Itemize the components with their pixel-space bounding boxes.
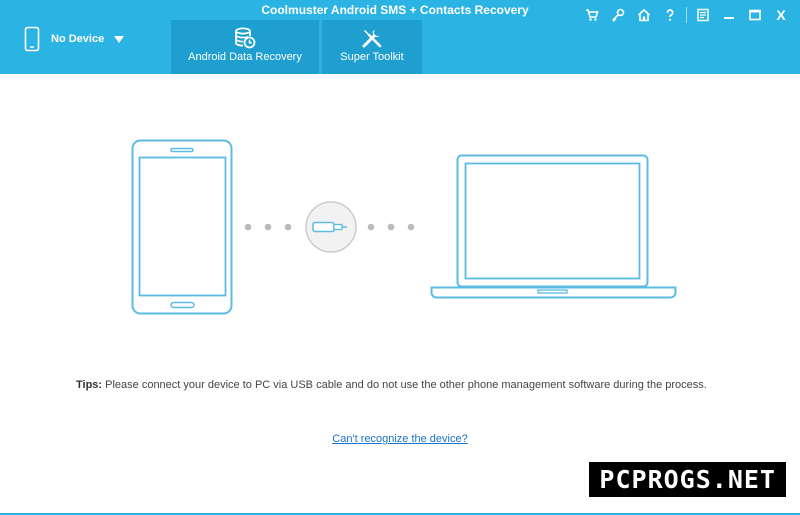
usb-cable-icon: [305, 201, 357, 253]
connection-dots-right: [367, 223, 415, 231]
tips-message: Please connect your device to PC via USB…: [102, 379, 707, 391]
watermark: PCPROGS.NET: [589, 462, 786, 497]
cant-recognize-device-link[interactable]: Can't recognize the device?: [0, 433, 800, 445]
phone-illustration: [131, 139, 233, 315]
laptop-illustration: [430, 154, 677, 299]
tips-text: Tips: Please connect your device to PC v…: [76, 379, 707, 391]
tips-label: Tips:: [76, 379, 103, 391]
connection-dots-left: [244, 223, 292, 231]
